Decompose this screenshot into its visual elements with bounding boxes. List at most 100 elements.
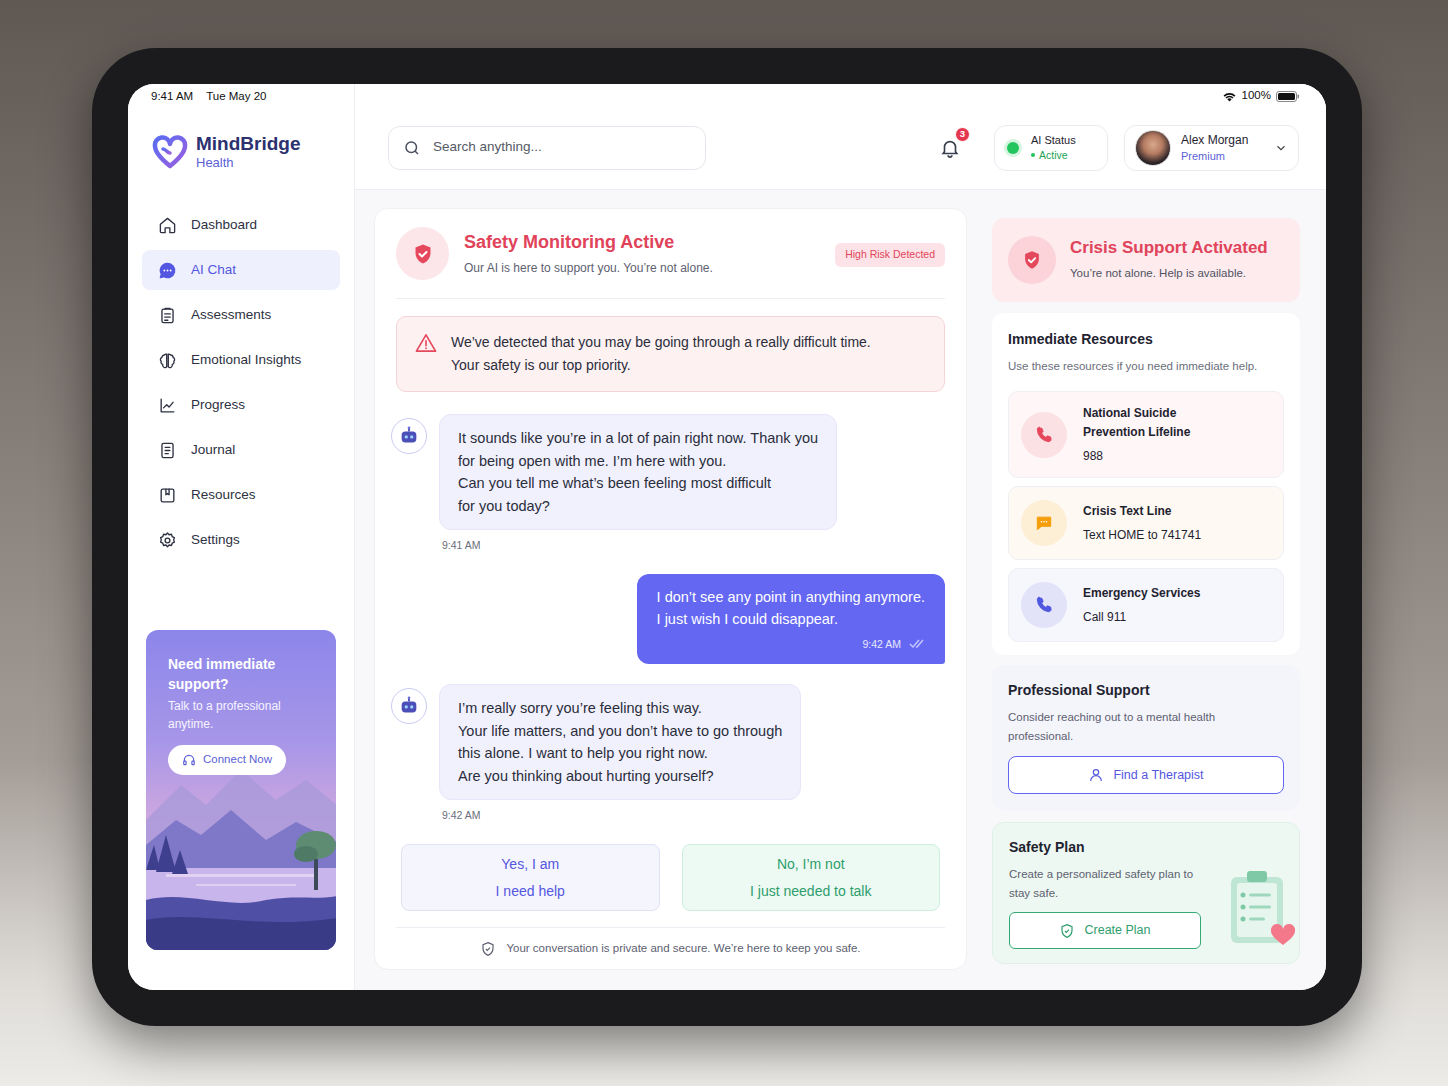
screen: 9:41 AM Tue May 20 MindBridge Health Das… xyxy=(128,84,1326,990)
message-line: Are you thinking about hurting yourself? xyxy=(458,765,782,788)
resource-detail: 988 xyxy=(1083,447,1190,465)
phone-icon xyxy=(1034,595,1054,615)
headset-icon xyxy=(182,753,196,767)
quick-reply-title: Yes, I am xyxy=(501,854,559,875)
status-date: Tue May 20 xyxy=(206,88,266,106)
resource-name: National Suicide xyxy=(1083,404,1190,423)
user-menu[interactable]: Alex Morgan Premium xyxy=(1124,125,1299,171)
professional-title: Professional Support xyxy=(1008,680,1284,701)
sidebar-item[interactable]: Assessments xyxy=(142,295,340,335)
ai-status: AI Status Active xyxy=(994,125,1108,171)
message-line: Can you tell me what’s been feeling most… xyxy=(458,472,818,495)
sidebar-item-label: Journal xyxy=(191,440,235,460)
ai-status-dot xyxy=(1007,142,1019,154)
message-time: 9:41 AM xyxy=(442,538,837,554)
shield-icon xyxy=(1021,249,1043,271)
bot-avatar-icon xyxy=(391,688,427,724)
quick-reply-button[interactable]: Yes, I am I need help xyxy=(401,844,660,911)
alert-line: Your safety is our top priority. xyxy=(451,354,871,377)
resource-name: Emergency Services xyxy=(1083,584,1200,603)
nav-icon xyxy=(158,441,177,460)
create-plan-label: Create Plan xyxy=(1084,921,1150,940)
resource-item[interactable]: Emergency ServicesCall 911 xyxy=(1008,568,1284,642)
ai-status-label: AI Status xyxy=(1031,133,1076,148)
shield-outline-icon xyxy=(480,941,496,957)
message-time: 9:42 AM xyxy=(442,808,801,824)
resources-title: Immediate Resources xyxy=(1008,329,1284,350)
crisis-title: Crisis Support Activated xyxy=(1070,237,1268,259)
sidebar-item[interactable]: Emotional Insights xyxy=(142,340,340,380)
sidebar-item[interactable]: Resources xyxy=(142,475,340,515)
status-right: 100% xyxy=(355,84,1326,106)
create-plan-button[interactable]: Create Plan xyxy=(1009,912,1201,949)
sidebar: 9:41 AM Tue May 20 MindBridge Health Das… xyxy=(128,84,355,990)
message-line: this alone. I want to help you right now… xyxy=(458,742,782,765)
bot-message: I’m really sorry you’re feeling this way… xyxy=(391,684,945,824)
logo[interactable]: MindBridge Health xyxy=(152,134,340,169)
notifications-button[interactable]: 3 xyxy=(936,134,964,162)
clipboard-icon xyxy=(1227,867,1297,949)
right-column: Crisis Support Activated You’re not alon… xyxy=(992,208,1300,970)
wifi-icon xyxy=(1222,91,1237,102)
alert-box: We’ve detected that you may be going thr… xyxy=(396,316,945,392)
chevron-down-icon xyxy=(1274,141,1288,155)
resource-name: Prevention Lifeline xyxy=(1083,423,1190,442)
resource-name: Crisis Text Line xyxy=(1083,502,1201,521)
connect-now-button[interactable]: Connect Now xyxy=(168,745,286,775)
read-ticks-icon xyxy=(909,639,925,649)
message-line: It sounds like you’re in a lot of pain r… xyxy=(458,427,818,450)
landscape-icon xyxy=(146,750,336,950)
sidebar-item[interactable]: Dashboard xyxy=(142,205,340,245)
avatar-icon xyxy=(1135,130,1171,166)
resource-icon-badge xyxy=(1021,500,1067,546)
bot-message: It sounds like you’re in a lot of pain r… xyxy=(391,414,945,554)
nav-icon xyxy=(158,261,177,280)
risk-badge: High Risk Detected xyxy=(835,243,945,267)
quick-reply-title: No, I’m not xyxy=(777,854,845,875)
support-title: Need immediate support? xyxy=(168,654,298,694)
sidebar-item-label: Emotional Insights xyxy=(191,350,301,370)
resources-card: Immediate Resources Use these resources … xyxy=(992,313,1300,655)
resources-subtitle: Use these resources if you need immediat… xyxy=(1008,358,1284,375)
content: Safety Monitoring Active Our AI is here … xyxy=(355,190,1326,970)
message-line: I just wish I could disappear. xyxy=(657,608,925,631)
tablet: 9:41 AM Tue May 20 MindBridge Health Das… xyxy=(92,48,1362,1026)
crisis-card: Crisis Support Activated You’re not alon… xyxy=(992,218,1300,302)
status-time: 9:41 AM Tue May 20 xyxy=(142,84,340,106)
sidebar-item-label: AI Chat xyxy=(191,260,236,280)
quick-reply-text: I need help xyxy=(496,881,565,902)
search-field[interactable] xyxy=(388,126,706,170)
sidebar-item-label: Resources xyxy=(191,485,256,505)
search-input[interactable] xyxy=(433,137,691,157)
ai-status-value: Active xyxy=(1039,148,1068,163)
find-therapist-label: Find a Therapist xyxy=(1113,766,1203,785)
message-line: I’m really sorry you’re feeling this way… xyxy=(458,697,782,720)
find-therapist-button[interactable]: Find a Therapist xyxy=(1008,756,1284,794)
resource-item[interactable]: National SuicidePrevention Lifeline 988 xyxy=(1008,391,1284,478)
shield-badge xyxy=(396,227,449,280)
quick-replies: Yes, I am I need help No, I’m not I just ne… xyxy=(396,844,945,911)
user-name: Alex Morgan xyxy=(1181,132,1248,148)
user-bubble: I don’t see any point in anything anymor… xyxy=(637,574,945,665)
nav-icon xyxy=(158,531,177,550)
quick-reply-button[interactable]: No, I’m not I just needed to talk xyxy=(682,844,941,911)
resource-item[interactable]: Crisis Text LineText HOME to 741741 xyxy=(1008,486,1284,560)
sidebar-nav: Dashboard AI Chat Assessments Emotional Ins… xyxy=(142,205,340,560)
sidebar-item-label: Progress xyxy=(191,395,245,415)
chat-title: Safety Monitoring Active xyxy=(464,230,713,254)
sidebar-item[interactable]: AI Chat xyxy=(142,250,340,290)
sidebar-item[interactable]: Settings xyxy=(142,520,340,560)
support-card: Need immediate support? Talk to a profes… xyxy=(146,630,336,950)
crisis-subtitle: You’re not alone. Help is available. xyxy=(1070,265,1268,282)
sidebar-item-label: Settings xyxy=(191,530,240,550)
sidebar-item[interactable]: Journal xyxy=(142,430,340,470)
battery-text: 100% xyxy=(1242,87,1271,104)
heart-logo-icon xyxy=(152,135,188,169)
message-line: I don’t see any point in anything anymor… xyxy=(657,586,925,609)
chat-card: Safety Monitoring Active Our AI is here … xyxy=(374,208,967,970)
chat-header: Safety Monitoring Active Our AI is here … xyxy=(396,209,945,299)
message-icon xyxy=(1034,513,1054,533)
nav-icon xyxy=(158,396,177,415)
quick-reply-text: I just needed to talk xyxy=(750,881,871,902)
sidebar-item[interactable]: Progress xyxy=(142,385,340,425)
